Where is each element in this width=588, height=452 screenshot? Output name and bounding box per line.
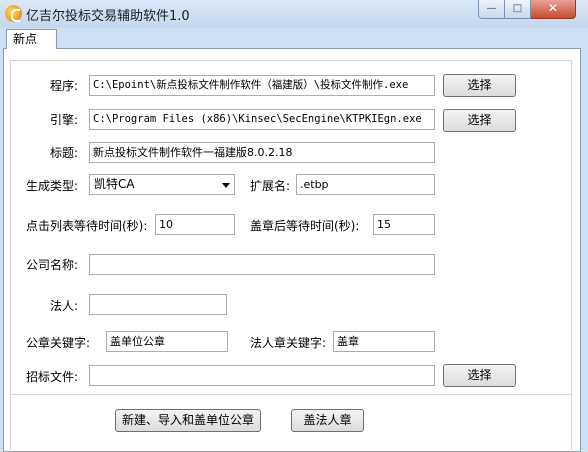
legal-stamp-button[interactable]: 盖法人章: [291, 409, 364, 432]
gen-type-label: 生成类型:: [26, 179, 79, 193]
engine-path-input[interactable]: C:\Program Files (x86)\Kinsec\SecEngine\…: [89, 109, 435, 130]
chevron-down-icon: [222, 183, 230, 188]
legal-person-label: 法人:: [50, 299, 79, 313]
program-browse-button[interactable]: 选择: [443, 74, 516, 97]
program-path-input[interactable]: C:\Epoint\新点投标文件制作软件（福建版）\投标文件制作.exe: [89, 75, 435, 96]
create-import-seal-button[interactable]: 新建、导入和盖单位公章: [115, 409, 261, 432]
seal-keyword-label: 公章关键字:: [26, 336, 91, 350]
ext-label: 扩展名:: [250, 179, 291, 193]
tender-file-input[interactable]: [89, 365, 435, 386]
window-title: 亿吉尔投标交易辅助软件1.0: [26, 9, 190, 24]
tender-file-label: 招标文件:: [26, 370, 79, 384]
legal-person-input[interactable]: [89, 294, 227, 315]
engine-label: 引擎:: [50, 113, 79, 127]
app-logo-icon: [5, 5, 22, 22]
stamp-wait-input[interactable]: 15: [373, 214, 435, 235]
title-bar[interactable]: 亿吉尔投标交易辅助软件1.0 — □ ✕: [0, 0, 588, 28]
legal-seal-keyword-input[interactable]: 盖章: [333, 331, 435, 352]
stamp-wait-label: 盖章后等待时间(秒):: [250, 219, 360, 233]
gen-type-select[interactable]: 凯特CA: [89, 174, 235, 195]
title-input[interactable]: 新点投标文件制作软件一福建版8.0.2.18: [89, 142, 435, 163]
minimize-button[interactable]: —: [478, 0, 505, 19]
click-wait-label: 点击列表等待时间(秒):: [26, 219, 148, 233]
company-input[interactable]: [89, 254, 435, 275]
title-label: 标题:: [50, 146, 79, 160]
engine-browse-button[interactable]: 选择: [443, 109, 516, 132]
legal-seal-keyword-label: 法人章关键字:: [250, 336, 327, 350]
tender-file-browse-button[interactable]: 选择: [443, 364, 516, 387]
close-button[interactable]: ✕: [531, 0, 576, 19]
gen-type-value: 凯特CA: [94, 177, 135, 191]
click-wait-input[interactable]: 10: [155, 214, 235, 235]
seal-keyword-input[interactable]: 盖单位公章: [106, 331, 228, 352]
company-label: 公司名称:: [26, 258, 79, 272]
ext-input[interactable]: .etbp: [296, 174, 435, 195]
maximize-button[interactable]: □: [505, 0, 531, 19]
app-window: 亿吉尔投标交易辅助软件1.0 — □ ✕ 新点 程序: C:\Epoint\新点…: [0, 0, 588, 452]
tab-xindian[interactable]: 新点: [6, 29, 57, 49]
program-label: 程序:: [50, 79, 79, 93]
